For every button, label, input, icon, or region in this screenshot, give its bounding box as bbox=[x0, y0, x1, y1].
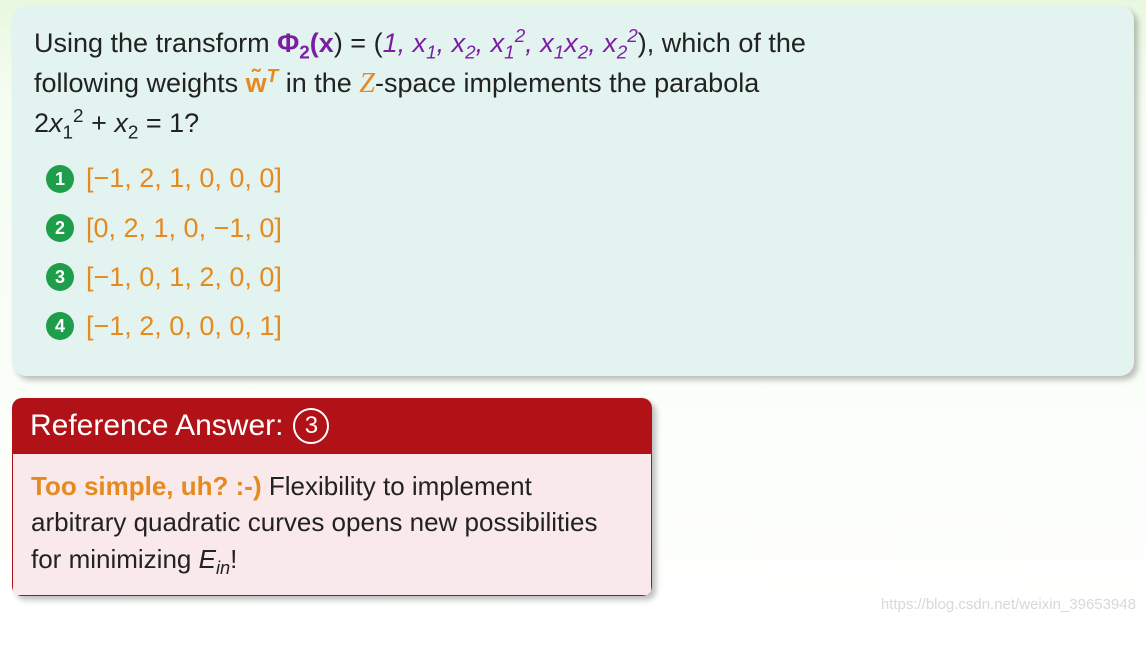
option-text-2: [0, 2, 1, 0, −1, 0] bbox=[86, 209, 282, 248]
option-badge-3: 3 bbox=[46, 263, 74, 291]
option-text-3: [−1, 0, 1, 2, 0, 0] bbox=[86, 258, 282, 297]
transform-terms: 1, x1, x2, x12, x1x2, x22 bbox=[383, 28, 638, 58]
options-list: 1 [−1, 2, 1, 0, 0, 0] 2 [0, 2, 1, 0, −1,… bbox=[34, 159, 1112, 346]
option-badge-2: 2 bbox=[46, 214, 74, 242]
phi-symbol: Φ2 bbox=[277, 28, 310, 58]
q-line3: 2x12 + x2 = 1? bbox=[34, 108, 199, 138]
option-4: 4 [−1, 2, 0, 0, 0, 1] bbox=[34, 307, 1112, 346]
q-line1-post: ), which of the bbox=[638, 28, 806, 58]
q-line2-post: -space implements the parabola bbox=[375, 68, 759, 98]
answer-header: Reference Answer: 3 bbox=[12, 398, 652, 454]
option-badge-1: 1 bbox=[46, 165, 74, 193]
answer-body-end: ! bbox=[230, 544, 237, 574]
option-badge-4: 4 bbox=[46, 312, 74, 340]
answer-box: Reference Answer: 3 Too simple, uh? :-) … bbox=[12, 398, 652, 596]
question-box: Using the transform Φ2(x) = (1, x1, x2, … bbox=[12, 6, 1134, 376]
z-space-letter: Z bbox=[359, 68, 375, 99]
lparen: ( bbox=[310, 28, 319, 58]
rparen-eq: ) = ( bbox=[334, 28, 383, 58]
answer-highlight: Too simple, uh? :-) bbox=[31, 471, 262, 501]
q-line1-pre: Using the transform bbox=[34, 28, 277, 58]
q-line2-mid: in the bbox=[278, 68, 359, 98]
e-in-symbol: Ein bbox=[199, 544, 231, 574]
w-tilde: w̃T bbox=[246, 68, 279, 98]
question-text: Using the transform Φ2(x) = (1, x1, x2, … bbox=[34, 24, 1112, 143]
option-text-1: [−1, 2, 1, 0, 0, 0] bbox=[86, 159, 282, 198]
bold-x: x bbox=[319, 28, 334, 58]
watermark: https://blog.csdn.net/weixin_39653948 bbox=[881, 596, 1136, 613]
answer-header-label: Reference Answer: bbox=[30, 409, 283, 443]
answer-body: Too simple, uh? :-) Flexibility to imple… bbox=[12, 454, 652, 596]
option-3: 3 [−1, 0, 1, 2, 0, 0] bbox=[34, 258, 1112, 297]
answer-correct-badge: 3 bbox=[293, 408, 329, 444]
option-2: 2 [0, 2, 1, 0, −1, 0] bbox=[34, 209, 1112, 248]
option-text-4: [−1, 2, 0, 0, 0, 1] bbox=[86, 307, 282, 346]
q-line2-pre: following weights bbox=[34, 68, 246, 98]
option-1: 1 [−1, 2, 1, 0, 0, 0] bbox=[34, 159, 1112, 198]
